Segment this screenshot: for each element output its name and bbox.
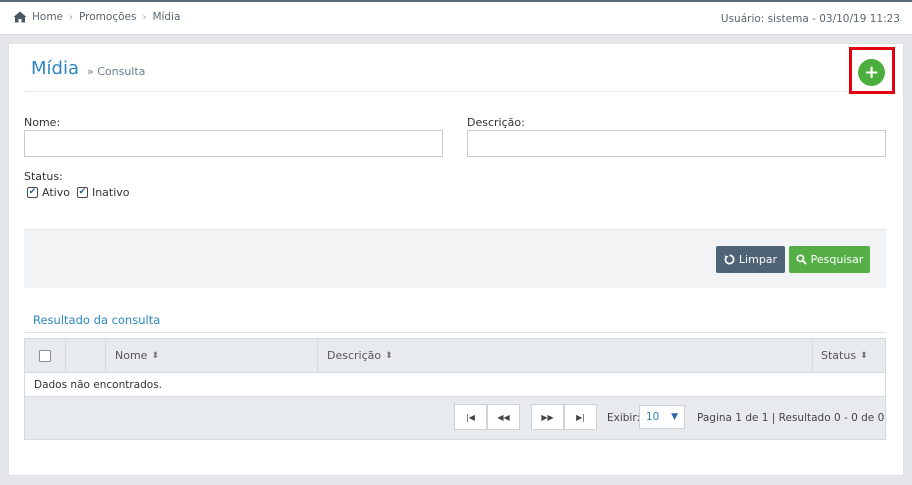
breadcrumb-home[interactable]: Home [13,11,63,23]
sort-icon: ⬍ [385,350,393,361]
main-panel: Mídia » Consulta + Nome: Descrição: Stat… [8,43,904,476]
blank-column-header [66,339,106,372]
results-title: Resultado da consulta [33,313,161,327]
column-header-nome[interactable]: Nome ⬍ [106,339,318,372]
column-header-descricao-label: Descrição [327,349,382,362]
inativo-label: Inativo [91,186,130,199]
breadcrumb: Home › Promoções › Mídia [13,11,180,23]
title-divider [24,91,890,92]
ativo-checkbox[interactable]: ✔ [27,187,38,198]
pesquisar-label: Pesquisar [810,253,864,266]
page-title: Mídia [31,58,79,79]
first-page-icon: |◀ [466,412,475,422]
page-size-select[interactable]: 10 ▼ [639,405,685,429]
status-options: ✔ Ativo ✔ Inativo [27,186,130,199]
last-page-icon: ▶| [576,412,585,422]
results-divider [24,332,886,333]
breadcrumb-home-label: Home [32,11,64,23]
prev-page-icon: ◀◀ [497,412,510,422]
sort-icon: ⬍ [151,350,159,361]
last-page-button[interactable]: ▶| [564,404,597,430]
user-info: Usuário: sistema - 03/10/19 11:23 [720,13,900,25]
first-page-button[interactable]: |◀ [454,404,487,430]
results-table: Nome ⬍ Descrição ⬍ Status ⬍ Dados não en… [24,338,886,440]
filter-actions-bar: Limpar Pesquisar [24,229,886,288]
next-page-icon: ▶▶ [541,412,554,422]
refresh-icon [724,254,735,265]
breadcrumb-promocoes[interactable]: Promoções [79,11,136,23]
prev-page-button[interactable]: ◀◀ [487,404,520,430]
column-header-descricao[interactable]: Descrição ⬍ [318,339,813,372]
top-bar: Home › Promoções › Mídia Usuário: sistem… [0,2,912,35]
nome-label: Nome: [24,116,61,129]
home-icon [13,11,27,23]
add-button[interactable]: + [858,59,885,86]
search-icon [796,254,807,265]
empty-results-message: Dados não encontrados. [34,378,162,391]
column-header-status-label: Status [821,349,857,362]
title-row: Mídia » Consulta [9,44,905,92]
next-page-button[interactable]: ▶▶ [531,404,564,430]
pesquisar-button[interactable]: Pesquisar [789,246,870,273]
pagination-info: Pagina 1 de 1 | Resultado 0 - 0 de 0 [697,412,885,424]
pagination-bar: |◀ ◀◀ ▶▶ ▶| Exibir: 10 ▼ Pagina 1 de 1 |… [24,397,886,440]
dropdown-arrow-icon: ▼ [671,412,678,422]
limpar-button[interactable]: Limpar [716,246,785,273]
table-header: Nome ⬍ Descrição ⬍ Status ⬍ [24,338,886,373]
breadcrumb-midia: Mídia [152,11,181,23]
status-label: Status: [24,170,63,183]
inativo-checkbox[interactable]: ✔ [76,187,88,198]
column-header-status[interactable]: Status ⬍ [813,339,885,372]
exibir-label: Exibir: [607,412,641,424]
column-header-nome-label: Nome [115,349,148,362]
plus-icon: + [863,61,880,83]
nome-input[interactable] [24,130,443,157]
select-all-cell [25,339,66,372]
sort-icon: ⬍ [860,350,868,361]
limpar-label: Limpar [738,253,778,266]
descricao-input[interactable] [467,130,886,157]
select-all-checkbox[interactable] [39,349,51,362]
page-subtitle: » Consulta [87,65,146,78]
empty-results-row: Dados não encontrados. [24,373,886,397]
chevron-right-icon: › [69,11,74,23]
descricao-label: Descrição: [467,116,525,129]
chevron-right-icon: › [142,11,147,23]
ativo-label: Ativo [42,186,70,199]
page-size-value: 10 [646,411,660,423]
